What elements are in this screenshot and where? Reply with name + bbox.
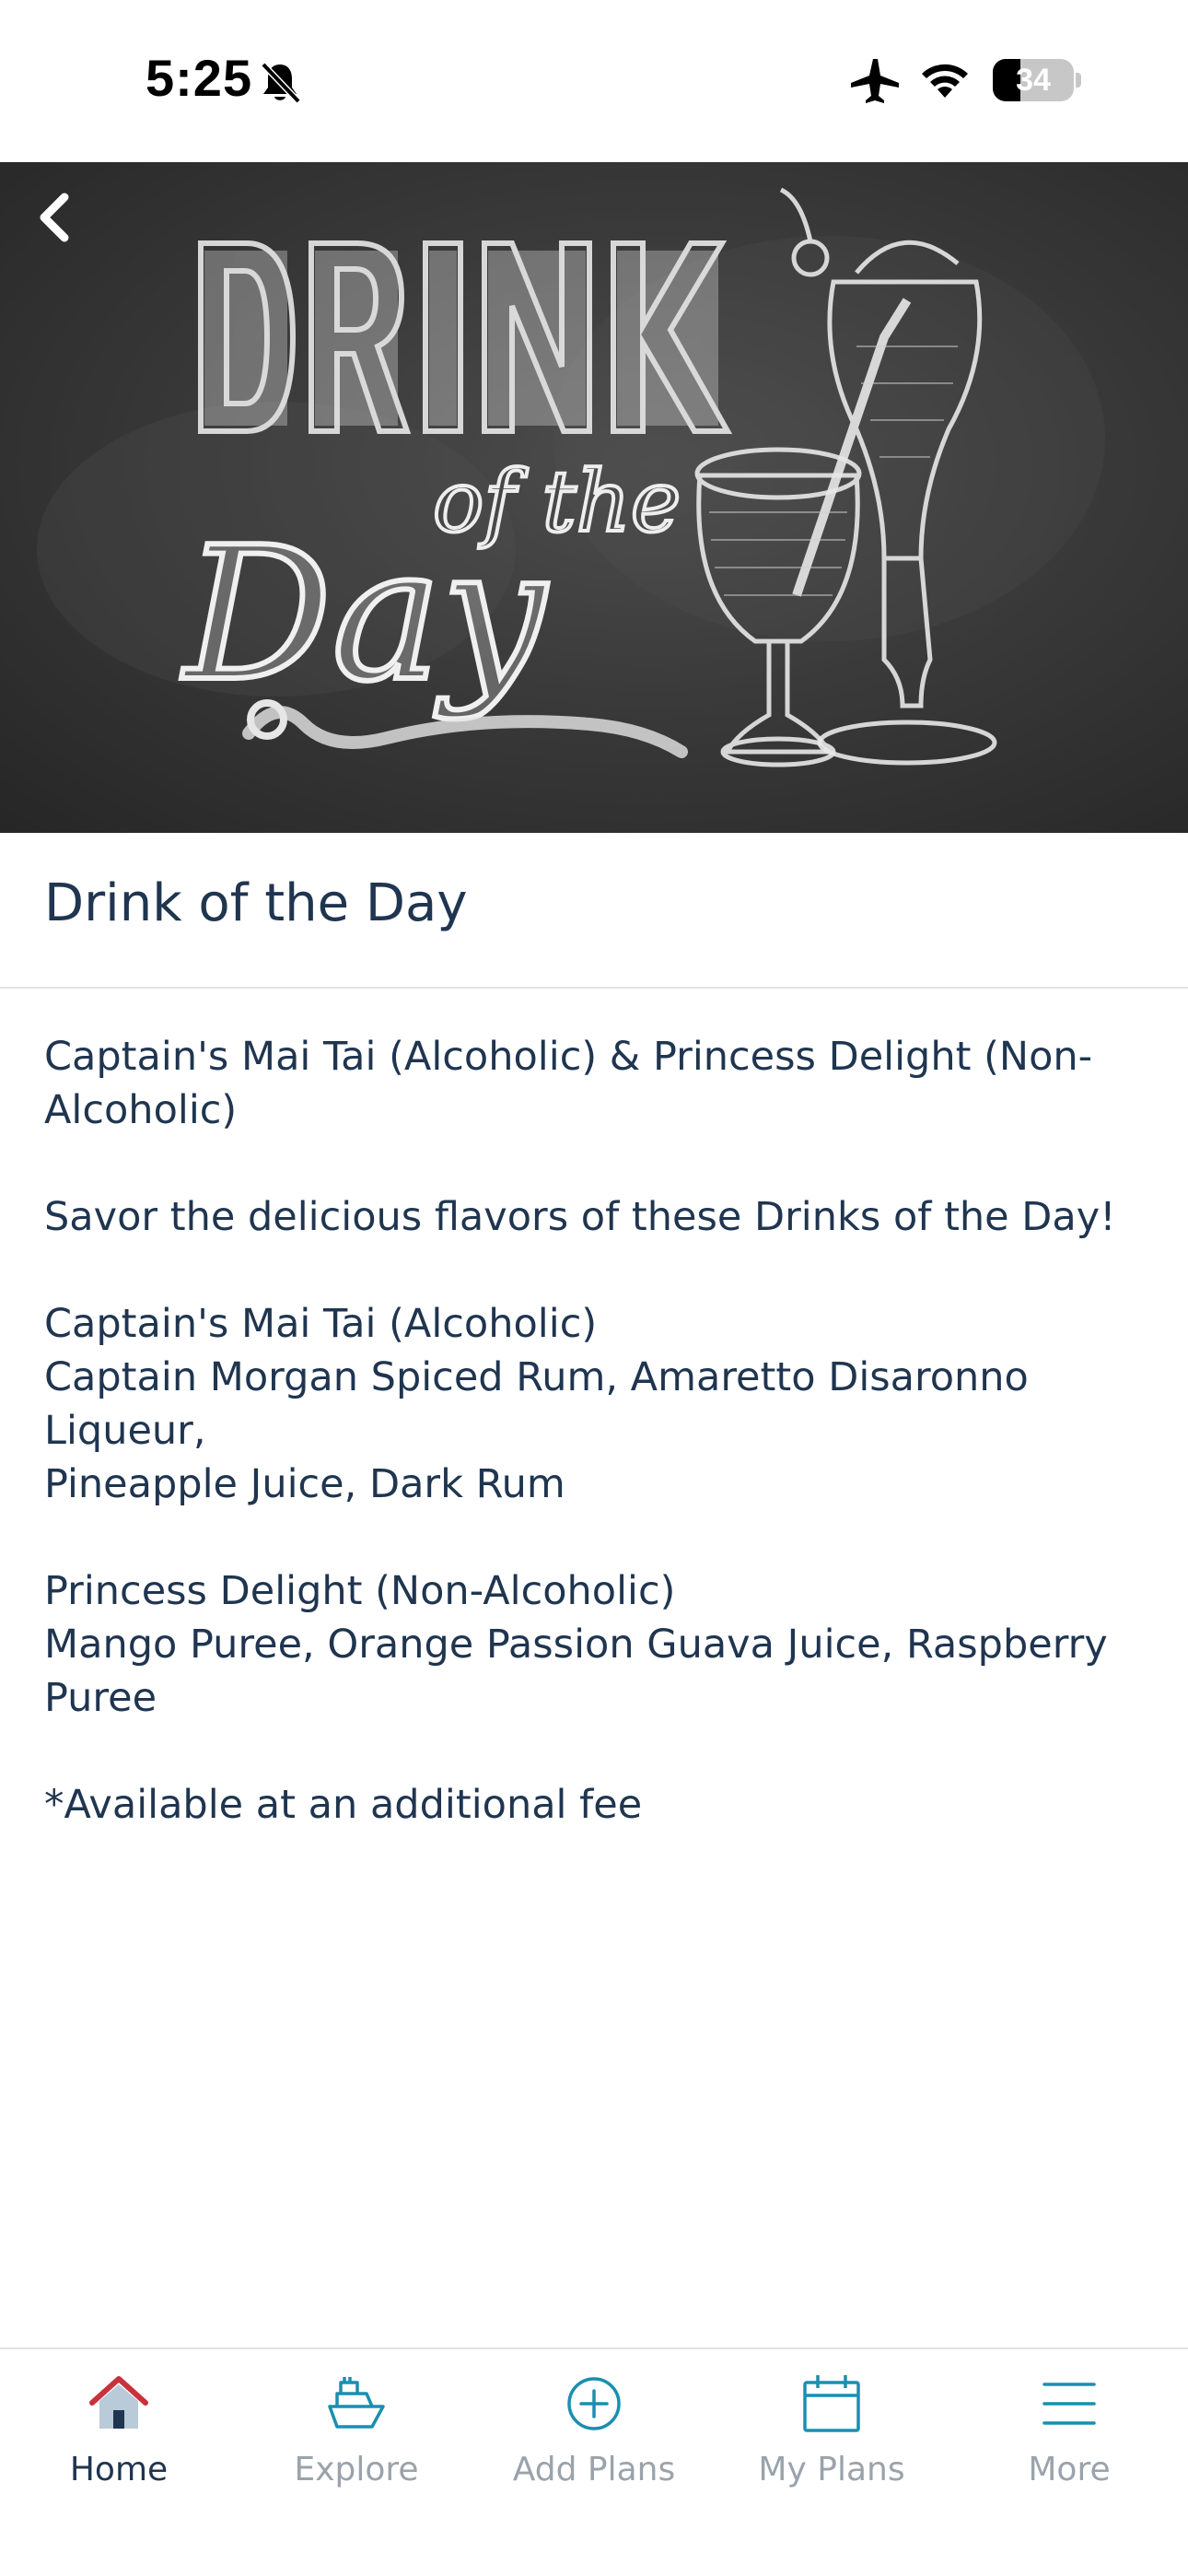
tab-label: My Plans (758, 2451, 905, 2488)
back-button[interactable] (35, 190, 99, 263)
battery-percentage: 34 (1016, 63, 1051, 98)
airplane-icon (851, 59, 899, 103)
drink-ingredients: Mango Puree, Orange Passion Guava Juice,… (44, 1622, 1108, 1721)
tab-more[interactable]: More (950, 2368, 1188, 2506)
chevron-left-icon (40, 193, 69, 242)
plus-circle-icon (567, 2377, 621, 2430)
intro-line: Alcoholic) (44, 1087, 238, 1133)
tagline: Savor the delicious flavors of these Dri… (44, 1194, 1116, 1240)
page-title: Drink of the Day (44, 873, 468, 933)
status-time: 5:25 (146, 49, 253, 107)
intro-line: Captain's Mai Tai (Alcoholic) & Princess… (44, 1034, 1093, 1080)
battery-indicator: 34 (993, 59, 1081, 101)
svg-text:Day: Day (181, 508, 549, 722)
ship-icon (328, 2377, 385, 2429)
bell-slash-icon (261, 62, 301, 104)
drink-ingredients: Captain Morgan Spiced Rum, Amaretto Disa… (44, 1354, 1029, 1454)
fee-note: *Available at an additional fee (44, 1782, 643, 1828)
tab-explore[interactable]: Explore (238, 2368, 475, 2506)
status-bar: 5:25 34 (0, 0, 1188, 162)
divider (0, 987, 1188, 989)
tab-add-plans[interactable]: Add Plans (475, 2368, 713, 2506)
drink-of-the-day-illustration: of the Day (37, 187, 1105, 767)
wifi-icon (922, 64, 968, 98)
hero-image: of the Day (0, 162, 1188, 833)
drink-ingredients: Pineapple Juice, Dark Rum (44, 1461, 565, 1507)
drink-name: Captain's Mai Tai (Alcoholic) (44, 1301, 598, 1347)
tab-label: Add Plans (512, 2451, 676, 2488)
tab-my-plans[interactable]: My Plans (713, 2368, 950, 2506)
tab-label: More (1028, 2451, 1111, 2488)
tab-label: Home (69, 2451, 169, 2488)
drink-name: Princess Delight (Non-Alcoholic) (44, 1568, 676, 1614)
tab-bar: Home Explore Add Plans My Plans More (0, 2348, 1188, 2576)
calendar-icon (803, 2375, 860, 2432)
tab-label: Explore (294, 2451, 419, 2488)
tab-home[interactable]: Home (0, 2368, 238, 2506)
menu-icon (1042, 2383, 1096, 2425)
description-body: Captain's Mai Tai (Alcoholic) & Princess… (44, 1030, 1149, 1832)
home-icon (89, 2376, 148, 2429)
